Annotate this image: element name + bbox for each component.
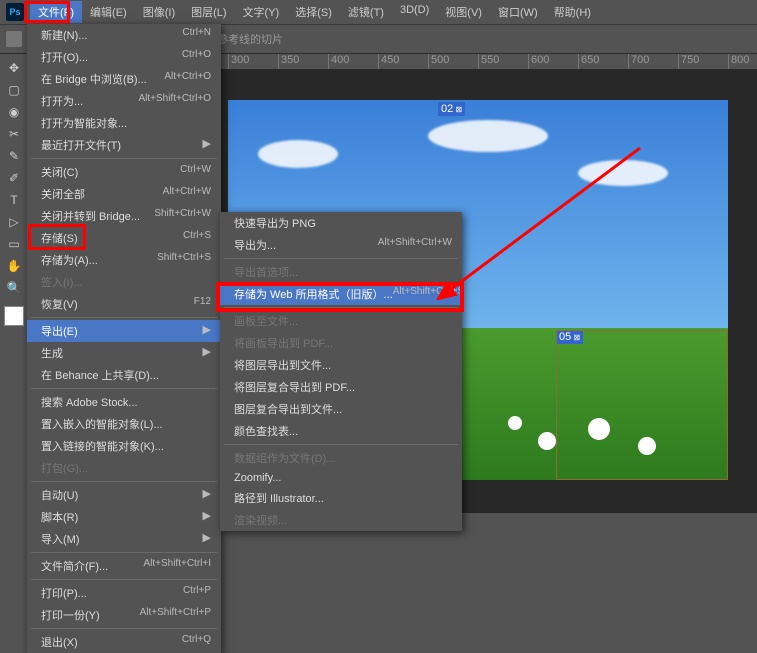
menu-1[interactable]: 编辑(E) — [82, 1, 135, 23]
menu-2[interactable]: 图像(I) — [135, 1, 183, 23]
path-tool-icon[interactable]: ▷ — [3, 212, 25, 232]
zoom-tool-icon[interactable]: 🔍 — [3, 278, 25, 298]
menubar: Ps 文件(F)编辑(E)图像(I)图层(L)文字(Y)选择(S)滤镜(T)3D… — [0, 0, 757, 24]
tools-panel: ✥ ▢ ◉ ✂ ✎ ✐ T ▷ ▭ ✋ 🔍 — [0, 54, 28, 513]
file-menu-item-15[interactable]: 导出(E)▶ — [27, 320, 221, 342]
menu-5[interactable]: 选择(S) — [287, 1, 340, 23]
slice-tool-icon[interactable] — [6, 31, 22, 47]
app-logo: Ps — [6, 3, 24, 21]
file-menu-item-1[interactable]: 打开(O)...Ctrl+O — [27, 46, 221, 68]
file-menu-item-28[interactable]: 文件简介(F)...Alt+Shift+Ctrl+I — [27, 555, 221, 577]
slice-label-02: 02 ⊠ — [438, 102, 465, 116]
export-menu-item-14[interactable]: Zoomify... — [220, 469, 462, 487]
file-menu-item-20[interactable]: 置入嵌入的智能对象(L)... — [27, 413, 221, 435]
file-menu-item-4[interactable]: 打开为智能对象... — [27, 112, 221, 134]
file-menu-item-31[interactable]: 打印一份(Y)Alt+Shift+Ctrl+P — [27, 604, 221, 626]
file-menu-dropdown: 新建(N)...Ctrl+N打开(O)...Ctrl+O在 Bridge 中浏览… — [27, 24, 221, 653]
file-menu-item-0[interactable]: 新建(N)...Ctrl+N — [27, 24, 221, 46]
eyedropper-tool-icon[interactable]: ✎ — [3, 146, 25, 166]
export-menu-item-0[interactable]: 快速导出为 PNG — [220, 212, 462, 234]
export-menu-item-16: 渲染视频... — [220, 509, 462, 531]
file-menu-item-30[interactable]: 打印(P)...Ctrl+P — [27, 582, 221, 604]
file-menu-item-2[interactable]: 在 Bridge 中浏览(B)...Alt+Ctrl+O — [27, 68, 221, 90]
menu-0[interactable]: 文件(F) — [30, 1, 82, 23]
file-menu-item-22: 打包(G)... — [27, 457, 221, 479]
export-menu-item-13: 数据组作为文件(D)... — [220, 447, 462, 469]
file-menu-item-21[interactable]: 置入链接的智能对象(K)... — [27, 435, 221, 457]
menu-6[interactable]: 滤镜(T) — [340, 1, 392, 23]
menu-8[interactable]: 视图(V) — [437, 1, 490, 23]
export-menu-item-15[interactable]: 路径到 Illustrator... — [220, 487, 462, 509]
export-menu-item-8[interactable]: 将图层导出到文件... — [220, 354, 462, 376]
file-menu-item-17[interactable]: 在 Behance 上共享(D)... — [27, 364, 221, 386]
file-menu-item-24[interactable]: 自动(U)▶ — [27, 484, 221, 506]
file-menu-item-13[interactable]: 恢复(V)F12 — [27, 293, 221, 315]
export-menu-item-4[interactable]: 存储为 Web 所用格式（旧版）...Alt+Shift+Ctrl+S — [220, 283, 462, 305]
file-menu-item-25[interactable]: 脚本(R)▶ — [27, 506, 221, 528]
slice-outline — [556, 330, 728, 480]
file-menu-item-33[interactable]: 退出(X)Ctrl+Q — [27, 631, 221, 653]
lasso-tool-icon[interactable]: ◉ — [3, 102, 25, 122]
file-menu-item-9[interactable]: 关闭并转到 Bridge...Shift+Ctrl+W — [27, 205, 221, 227]
crop-tool-icon[interactable]: ✂ — [3, 124, 25, 144]
hand-tool-icon[interactable]: ✋ — [3, 256, 25, 276]
file-menu-item-16[interactable]: 生成▶ — [27, 342, 221, 364]
export-menu-item-3: 导出首选项... — [220, 261, 462, 283]
menu-7[interactable]: 3D(D) — [392, 1, 437, 23]
color-swatch[interactable] — [4, 306, 24, 326]
file-menu-item-11[interactable]: 存储为(A)...Shift+Ctrl+S — [27, 249, 221, 271]
file-menu-item-8[interactable]: 关闭全部Alt+Ctrl+W — [27, 183, 221, 205]
export-submenu: 快速导出为 PNG导出为...Alt+Shift+Ctrl+W 导出首选项...存… — [220, 212, 462, 531]
menu-10[interactable]: 帮助(H) — [546, 1, 599, 23]
export-menu-item-1[interactable]: 导出为...Alt+Shift+Ctrl+W — [220, 234, 462, 256]
marquee-tool-icon[interactable]: ▢ — [3, 80, 25, 100]
export-menu-item-9[interactable]: 将图层复合导出到 PDF... — [220, 376, 462, 398]
export-menu-item-11[interactable]: 颜色查找表... — [220, 420, 462, 442]
menu-3[interactable]: 图层(L) — [183, 1, 234, 23]
menu-4[interactable]: 文字(Y) — [235, 1, 288, 23]
file-menu-item-26[interactable]: 导入(M)▶ — [27, 528, 221, 550]
brush-tool-icon[interactable]: ✐ — [3, 168, 25, 188]
file-menu-item-5[interactable]: 最近打开文件(T)▶ — [27, 134, 221, 156]
file-menu-item-19[interactable]: 搜索 Adobe Stock... — [27, 391, 221, 413]
shape-tool-icon[interactable]: ▭ — [3, 234, 25, 254]
text-tool-icon[interactable]: T — [3, 190, 25, 210]
export-menu-item-10[interactable]: 图层复合导出到文件... — [220, 398, 462, 420]
file-menu-item-12: 签入(I)... — [27, 271, 221, 293]
menu-9[interactable]: 窗口(W) — [490, 1, 546, 23]
file-menu-item-10[interactable]: 存储(S)Ctrl+S — [27, 227, 221, 249]
export-menu-item-7: 将画板导出到 PDF... — [220, 332, 462, 354]
move-tool-icon[interactable]: ✥ — [3, 58, 25, 78]
file-menu-item-7[interactable]: 关闭(C)Ctrl+W — [27, 161, 221, 183]
file-menu-item-3[interactable]: 打开为...Alt+Shift+Ctrl+O — [27, 90, 221, 112]
export-menu-item-6: 画板至文件... — [220, 310, 462, 332]
